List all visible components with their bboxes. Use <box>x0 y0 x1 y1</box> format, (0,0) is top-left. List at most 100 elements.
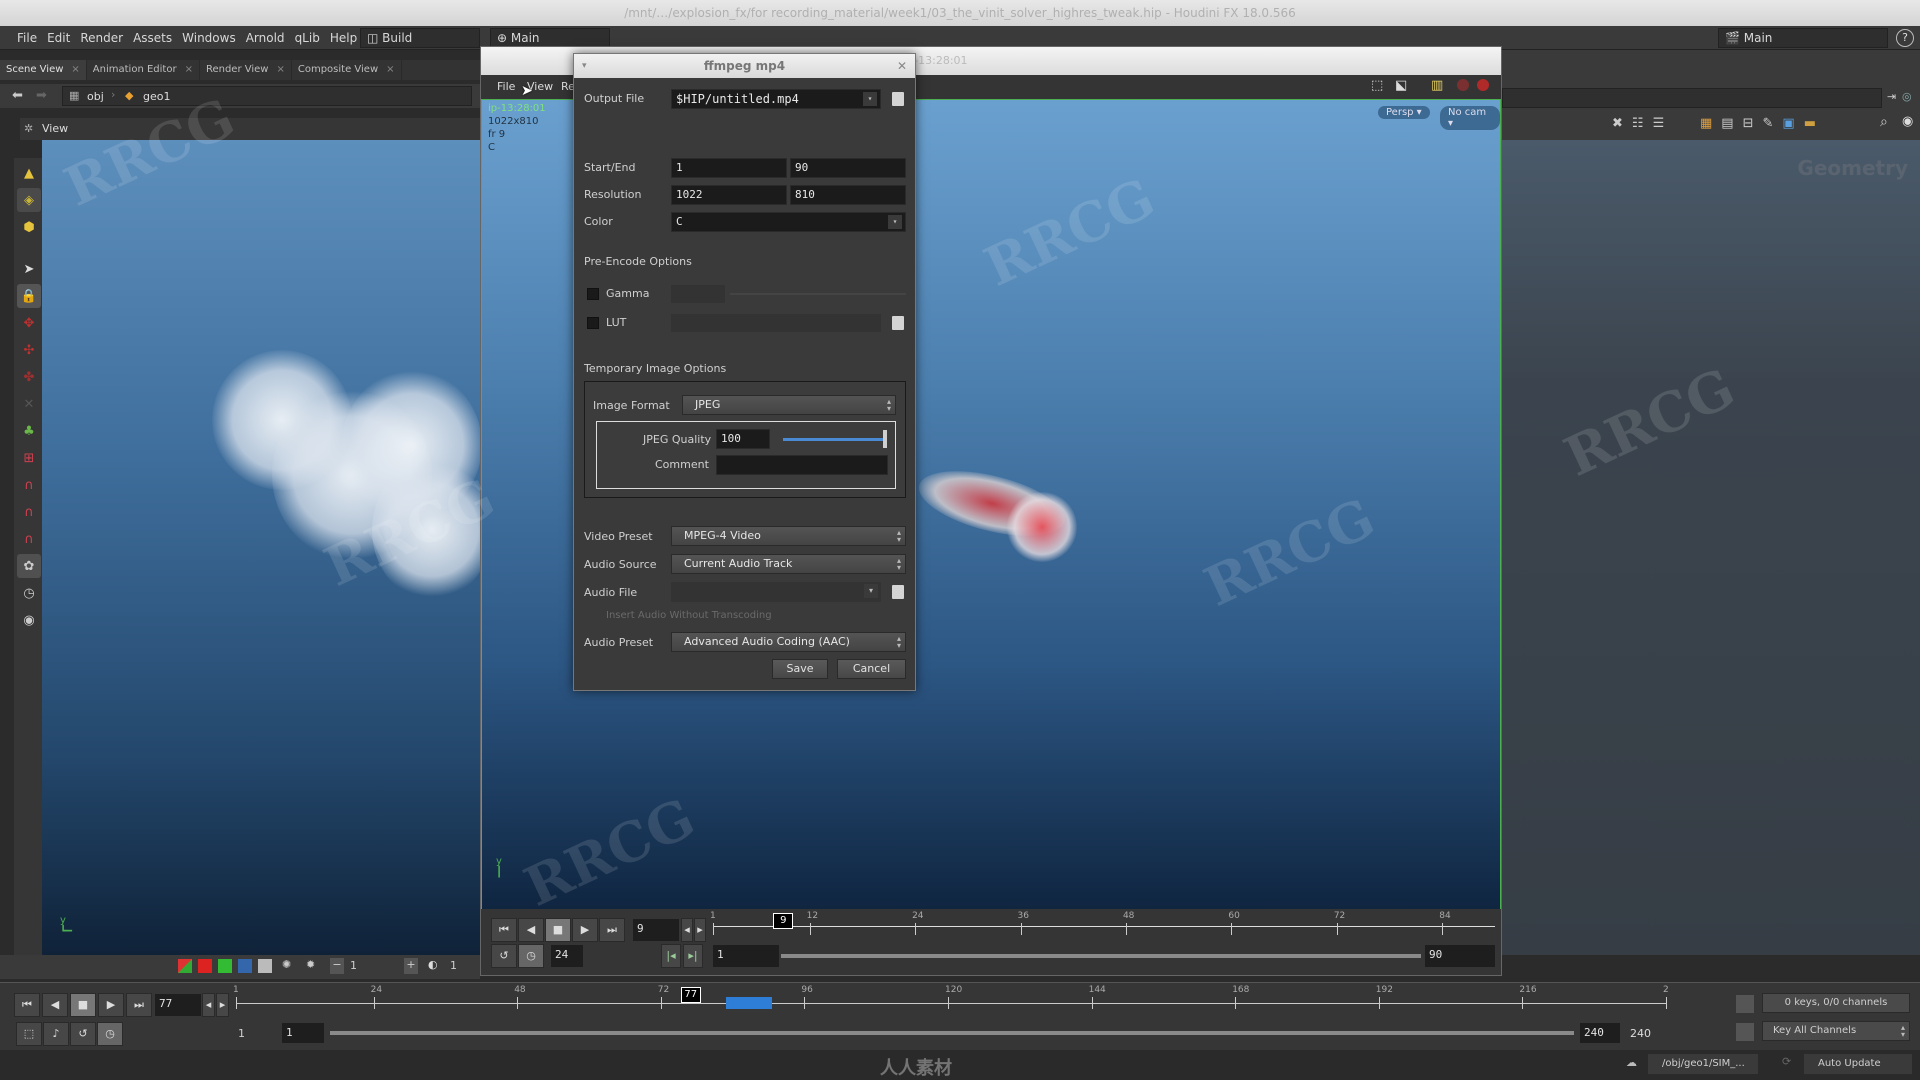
tree-icon[interactable]: ☷ <box>1632 116 1653 131</box>
save-button[interactable]: Save <box>772 659 828 679</box>
mplay-menu-file[interactable]: File <box>497 80 515 93</box>
crop-icon[interactable]: ⬕ <box>1395 78 1407 93</box>
render-stop-icon[interactable] <box>1457 79 1469 91</box>
loop-mode-button[interactable]: ↺ <box>491 944 517 968</box>
menu-arnold[interactable]: Arnold <box>241 26 290 50</box>
red-channel-icon[interactable] <box>198 959 212 973</box>
main-play-reverse-button[interactable]: ◀ <box>42 993 68 1017</box>
start-frame-input[interactable]: 1 <box>671 158 787 178</box>
main-play-button[interactable]: ▶ <box>98 993 124 1017</box>
contrast-icon[interactable]: ◐ <box>428 958 438 971</box>
jump-end-button[interactable]: ⏭ <box>599 918 625 942</box>
jpeg-quality-handle[interactable] <box>883 430 887 448</box>
refresh-icon[interactable]: ⟳ <box>1782 1055 1791 1068</box>
key-mode-select[interactable]: Key All Channels ▴ ▾ <box>1762 1021 1910 1041</box>
snap-grid-icon[interactable]: ⊞ <box>17 446 41 470</box>
main-frame-ruler[interactable]: 1 24 48 72 96 120 144 168 192 216 2 77 <box>233 985 1669 1017</box>
range-slider[interactable] <box>781 954 1421 958</box>
range-end-button[interactable]: ▸| <box>683 944 703 968</box>
audio-button[interactable]: ♪ <box>43 1022 69 1046</box>
keys-icon[interactable] <box>1736 995 1754 1013</box>
transform-icon[interactable]: ✥ <box>17 311 41 335</box>
view-gear-icon[interactable]: ✲ <box>24 118 33 140</box>
view-cam-icon[interactable]: ✿ <box>17 554 41 578</box>
tab-scene-view[interactable]: Scene View × <box>0 60 87 80</box>
lock-icon[interactable]: 🔒 <box>17 284 41 308</box>
close-icon[interactable]: ✕ <box>897 54 907 78</box>
network-icon[interactable]: ⊟ <box>1743 116 1763 131</box>
main-step-back-button[interactable]: ◂ <box>202 993 215 1017</box>
main-range-end-b[interactable]: 240 <box>1630 1027 1651 1040</box>
tab-animation-editor[interactable]: Animation Editor × <box>87 60 200 80</box>
jump-start-button[interactable]: ⏮ <box>491 918 517 942</box>
video-preset-select[interactable]: MPEG-4 Video ▴ ▾ <box>671 526 906 546</box>
green-channel-icon[interactable] <box>218 959 232 973</box>
close-icon[interactable]: × <box>185 64 193 75</box>
chevron-down-icon[interactable]: ▾ <box>888 215 902 229</box>
audio-preset-select[interactable]: Advanced Audio Coding (AAC) ▴ ▾ <box>671 632 906 652</box>
details-icon[interactable]: ▤ <box>1721 116 1742 131</box>
main-range-start-field[interactable]: 1 <box>282 1023 324 1043</box>
wireframe-icon[interactable]: ◈ <box>17 188 41 212</box>
plus-button[interactable]: + <box>404 958 418 974</box>
current-frame-marker[interactable]: 9 <box>773 913 794 929</box>
right-desktop-select[interactable]: 🎬 Main <box>1718 28 1888 48</box>
handle-icon[interactable]: ♣ <box>17 419 41 443</box>
geometry-pane[interactable]: Geometry <box>1502 140 1920 955</box>
alpha-channel-icon[interactable] <box>258 959 272 973</box>
dialog-menu-icon[interactable]: ▾ <box>582 54 587 78</box>
chevron-down-icon[interactable]: ▾ <box>863 92 877 106</box>
step-back-button[interactable]: ◂ <box>681 918 693 942</box>
audio-source-select[interactable]: Current Audio Track ▴ ▾ <box>671 554 906 574</box>
rotate-icon[interactable]: ✣ <box>17 338 41 362</box>
close-icon[interactable]: × <box>71 64 79 75</box>
scene-viewport[interactable]: y ┗━ <box>42 140 482 955</box>
forward-arrow-icon[interactable]: ➡ <box>36 88 47 103</box>
close-icon[interactable]: × <box>386 64 394 75</box>
main-loop-button[interactable]: ↺ <box>70 1022 96 1046</box>
main-range-end-field[interactable]: 240 <box>1580 1023 1620 1043</box>
jpeg-quality-input[interactable]: 100 <box>716 429 770 449</box>
notes-icon[interactable]: ✎ <box>1763 116 1783 131</box>
add-image-icon[interactable]: ▣ <box>1782 116 1803 131</box>
current-frame-marker[interactable]: 77 <box>680 987 701 1003</box>
main-current-frame-field[interactable]: 77 <box>155 994 201 1016</box>
step-forward-button[interactable]: ▸ <box>694 918 706 942</box>
main-range-start-a[interactable]: 1 <box>238 1027 245 1040</box>
play-button[interactable]: ▶ <box>572 918 598 942</box>
brightness-icon[interactable]: ✹ <box>306 958 315 971</box>
clock-icon[interactable]: ◷ <box>17 581 41 605</box>
menu-render[interactable]: Render <box>75 26 128 50</box>
comment-input[interactable] <box>716 455 888 475</box>
render-icon[interactable]: ◉ <box>17 608 41 632</box>
link-icon[interactable]: ◎ <box>1902 90 1912 103</box>
key-mode-icon[interactable] <box>1736 1023 1754 1041</box>
search-icon[interactable]: ⌕ <box>1880 114 1888 130</box>
filmstrip-icon[interactable]: ▥ <box>1431 78 1443 93</box>
select-arrow-icon[interactable]: ➤ <box>17 257 41 281</box>
back-arrow-icon[interactable]: ⬅ <box>12 88 23 103</box>
scale-icon[interactable]: ✤ <box>17 365 41 389</box>
close-render-icon[interactable] <box>1477 79 1489 91</box>
close-icon[interactable]: × <box>276 64 284 75</box>
main-range-slider[interactable] <box>330 1031 1574 1035</box>
cancel-button[interactable]: Cancel <box>837 659 906 679</box>
snap-curve-icon[interactable]: ∩ <box>17 473 41 497</box>
menu-help[interactable]: Help <box>325 26 362 50</box>
range-start-field[interactable]: 1 <box>713 945 779 967</box>
stop-button[interactable]: ■ <box>545 918 571 942</box>
breadcrumb-obj[interactable]: obj <box>87 90 104 103</box>
tab-render-view[interactable]: Render View × <box>200 60 292 80</box>
pin-icon[interactable]: ⇥ <box>1887 90 1896 103</box>
audio-browse-icon[interactable] <box>892 585 904 599</box>
region-icon[interactable]: ⬚ <box>1371 78 1383 93</box>
tab-composite-view[interactable]: Composite View × <box>292 60 402 80</box>
main-jump-end-button[interactable]: ⏭ <box>126 993 152 1017</box>
help-icon[interactable]: ? <box>1896 29 1914 47</box>
node-path-select[interactable]: /obj/geo1/SIM_... <box>1648 1054 1758 1074</box>
range-end-field[interactable]: 90 <box>1425 945 1495 967</box>
snap-point-icon[interactable]: ∩ <box>17 500 41 524</box>
desktop-select[interactable]: ◫ Build <box>360 28 480 48</box>
jpeg-quality-slider[interactable] <box>783 430 887 448</box>
resolution-y-input[interactable]: 810 <box>790 185 906 205</box>
